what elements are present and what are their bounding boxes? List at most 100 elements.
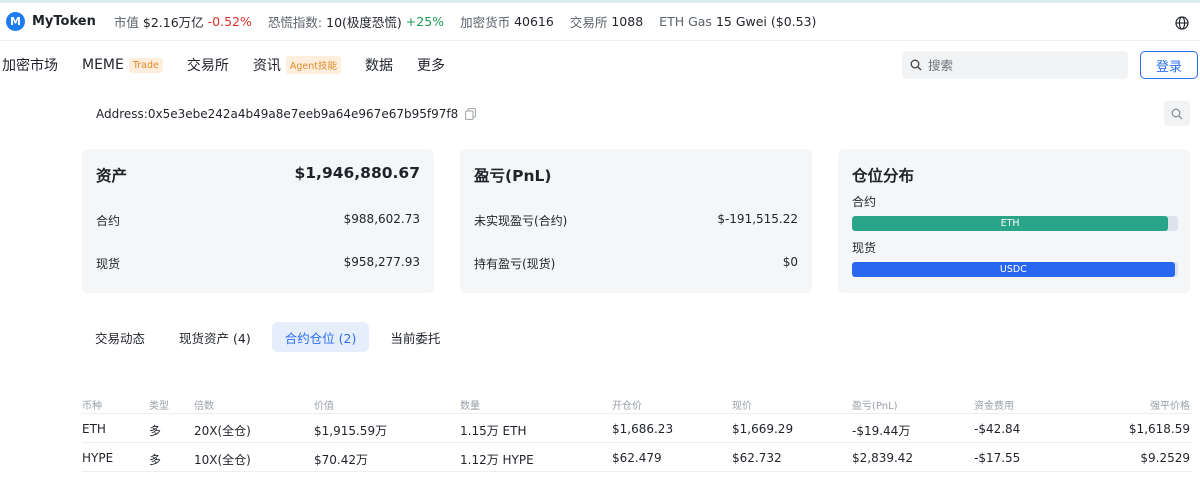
search-input[interactable]	[928, 57, 1108, 73]
pnl-card: 盈亏(PnL) 未实现盈亏(合约) $-191,515.22 持有盈亏(现货) …	[460, 149, 812, 293]
wallet-address-text: Address:0x5e3ebe242a4b49a8e7eeb9a64e967e…	[96, 107, 459, 121]
nav-item-more[interactable]: 更多	[417, 55, 445, 75]
fear-index-label: 恐慌指数:	[267, 15, 323, 30]
assets-title: 资产	[96, 167, 128, 185]
search-icon	[910, 59, 922, 71]
cell-coin: ETH	[82, 422, 106, 436]
pnl-unrealized-label: 未实现盈亏(合约)	[474, 214, 568, 228]
crypto-count-label: 加密货币	[460, 15, 511, 30]
exchange-count-label: 交易所	[569, 15, 608, 30]
column-header: 数量	[460, 401, 480, 412]
crypto-count[interactable]: 加密货币 40616	[460, 12, 554, 31]
cell-type: 多	[149, 424, 162, 438]
assets-contract-value: $988,602.73	[343, 212, 420, 226]
cell-value: $70.42万	[314, 453, 368, 467]
eth-gas-label: ETH Gas	[659, 14, 712, 29]
copy-icon[interactable]	[465, 108, 477, 120]
market-cap[interactable]: 市值 $2.16万亿 -0.52%	[114, 12, 252, 31]
contract-distribution-bar[interactable]: ETH	[852, 216, 1178, 231]
table-row[interactable]: HYPE 多 10X(全仓) $70.42万 1.12万 HYPE $62.47…	[82, 443, 1192, 472]
cell-current-price: $1,669.29	[732, 422, 794, 436]
fear-index-change: +25%	[405, 14, 445, 29]
eth-gas-value: 15 Gwei ($0.53)	[715, 14, 817, 29]
distribution-contract-label: 合约	[852, 195, 877, 209]
exchange-count-value: 1088	[611, 14, 644, 29]
tab-trade-activity[interactable]: 交易动态	[82, 322, 158, 352]
globe-icon[interactable]	[1175, 16, 1189, 30]
pnl-title: 盈亏(PnL)	[474, 167, 552, 185]
search-icon	[1171, 108, 1183, 119]
cell-value: $1,915.59万	[314, 424, 388, 438]
positions-table: 币种 类型 倍数 价值 数量 开仓价 现价 盈亏(PnL) 资金费用 强平价格 …	[82, 394, 1192, 472]
nav-item-data[interactable]: 数据	[365, 55, 393, 75]
cell-funding-fee: -$17.55	[974, 451, 1021, 465]
eth-gas[interactable]: ETH Gas 15 Gwei ($0.53)	[659, 14, 816, 29]
column-header: 倍数	[194, 401, 214, 412]
column-header: 强平价格	[1150, 401, 1190, 412]
cell-open-price: $62.479	[612, 451, 662, 465]
spot-bar-fill: USDC	[852, 262, 1175, 277]
nav-label: 数据	[365, 58, 393, 74]
nav-item-news[interactable]: 资讯 Agent技能	[253, 55, 341, 75]
cell-type: 多	[149, 453, 162, 467]
assets-card: 资产 $1,946,880.67 合约 $988,602.73 现货 $958,…	[82, 149, 434, 293]
column-header: 币种	[82, 401, 102, 412]
exchange-count[interactable]: 交易所 1088	[570, 12, 643, 31]
nav-label: MEME	[82, 57, 124, 73]
tab-contract-positions[interactable]: 合约仓位 (2)	[271, 322, 370, 352]
cell-pnl: $2,839.42	[852, 451, 914, 465]
column-header: 现价	[732, 401, 752, 412]
distribution-title: 仓位分布	[852, 167, 915, 185]
cell-liquidation-price: $1,618.59	[1128, 422, 1190, 436]
column-header: 资金费用	[974, 401, 1014, 412]
assets-total: $1,946,880.67	[294, 164, 420, 182]
contract-bar-fill: ETH	[852, 216, 1169, 231]
address-search-button[interactable]	[1164, 101, 1190, 126]
column-header: 盈亏(PnL)	[852, 401, 898, 412]
tab-spot-assets[interactable]: 现货资产 (4)	[166, 322, 264, 352]
spot-distribution-bar[interactable]: USDC	[852, 262, 1178, 277]
position-distribution-card: 仓位分布 合约 ETH 现货 USDC	[838, 149, 1190, 293]
market-cap-value: $2.16万亿	[142, 15, 204, 30]
assets-spot-label: 现货	[96, 257, 121, 271]
mytoken-logo-icon: M	[6, 12, 25, 31]
cell-leverage: 20X(全仓)	[194, 424, 251, 438]
nav-label: 更多	[417, 58, 445, 74]
cell-funding-fee: -$42.84	[974, 422, 1021, 436]
tab-open-orders[interactable]: 当前委托	[377, 322, 453, 352]
search-box[interactable]	[902, 51, 1128, 79]
fear-index[interactable]: 恐慌指数: 10(极度恐慌) +25%	[268, 12, 444, 31]
crypto-count-value: 40616	[514, 14, 554, 29]
nav-item-crypto-market[interactable]: 加密市场	[2, 55, 58, 75]
login-button[interactable]: 登录	[1140, 51, 1198, 79]
nav-label: 资讯	[252, 58, 281, 74]
nav-label: 加密市场	[2, 58, 58, 74]
cell-quantity: 1.15万 ETH	[460, 424, 527, 438]
cell-pnl: -$19.44万	[852, 424, 911, 438]
cell-coin: HYPE	[82, 451, 114, 465]
nav-tag: Trade	[128, 57, 163, 73]
market-cap-label: 市值	[113, 15, 139, 30]
brand-name: MyToken	[32, 14, 96, 29]
pnl-unrealized-value: $-191,515.22	[717, 212, 798, 226]
brand-logo[interactable]: M MyToken	[6, 12, 96, 31]
nav-label: 交易所	[186, 58, 229, 74]
cell-liquidation-price: $9.2529	[1140, 451, 1190, 465]
column-header: 类型	[149, 401, 169, 412]
nav-item-exchanges[interactable]: 交易所	[187, 55, 229, 75]
position-tabs: 交易动态 现货资产 (4) 合约仓位 (2) 当前委托	[82, 322, 461, 352]
pnl-holding-value: $0	[782, 255, 798, 269]
cell-leverage: 10X(全仓)	[194, 453, 251, 467]
cell-current-price: $62.732	[732, 451, 782, 465]
cell-open-price: $1,686.23	[612, 422, 674, 436]
market-cap-change: -0.52%	[207, 14, 252, 29]
nav-item-meme[interactable]: MEME Trade	[82, 57, 163, 73]
assets-contract-label: 合约	[96, 214, 121, 228]
cell-quantity: 1.12万 HYPE	[460, 453, 534, 467]
column-header: 价值	[314, 401, 334, 412]
table-header: 币种 类型 倍数 价值 数量 开仓价 现价 盈亏(PnL) 资金费用 强平价格	[82, 394, 1192, 414]
table-row[interactable]: ETH 多 20X(全仓) $1,915.59万 1.15万 ETH $1,68…	[82, 414, 1192, 443]
distribution-spot-label: 现货	[852, 241, 877, 255]
spot-bar-label: USDC	[999, 264, 1027, 275]
main-nav: 加密市场 MEMETrade 交易所 资讯Agent技能 数据 更多 登录	[0, 42, 1200, 88]
